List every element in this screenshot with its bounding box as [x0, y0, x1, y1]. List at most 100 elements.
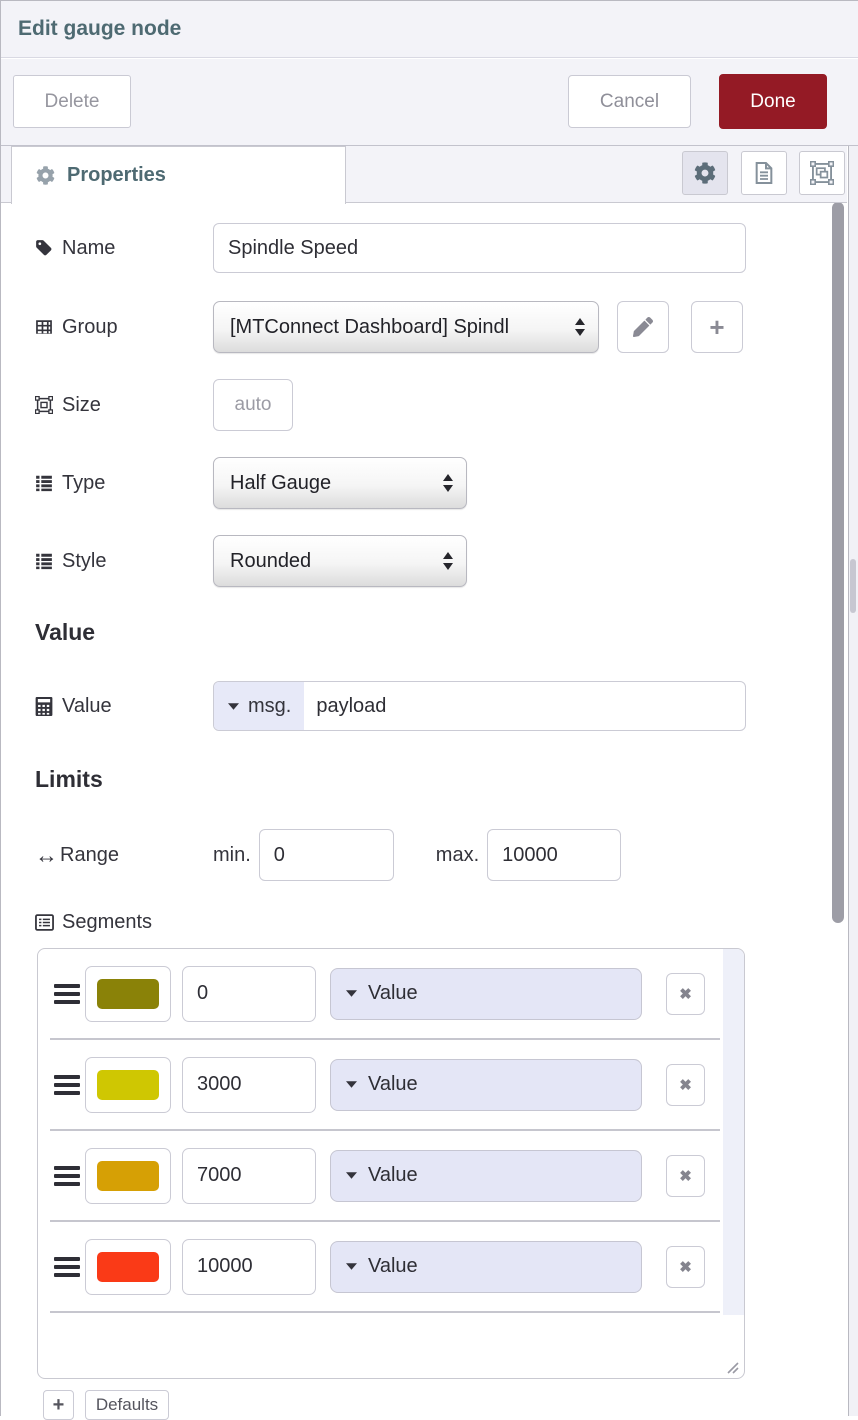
type-select[interactable]: Half Gauge [213, 457, 467, 509]
segment-color-swatch [97, 1070, 159, 1100]
segment-color-swatch [97, 1252, 159, 1282]
x-icon: ✖ [679, 1258, 692, 1276]
group-label: Group [62, 316, 118, 339]
list-icon [35, 552, 53, 570]
segment-type-select[interactable]: Value [330, 1150, 642, 1202]
value-label: Value [62, 695, 112, 718]
remove-segment-button[interactable]: ✖ [666, 1064, 705, 1106]
value-prefix-label: msg. [248, 695, 291, 718]
group-select[interactable]: [MTConnect Dashboard] Spindl [213, 301, 599, 353]
segment-color-swatch [97, 1161, 159, 1191]
segment-row: Value ✖ [50, 1131, 720, 1222]
segment-color-button[interactable] [85, 1239, 171, 1295]
list-icon [35, 474, 53, 492]
table-icon [35, 318, 53, 336]
caret-down-icon [346, 990, 357, 997]
segment-value-input[interactable] [182, 966, 316, 1022]
value-property-input[interactable]: payload [304, 682, 745, 730]
tab-properties-label: Properties [67, 164, 166, 187]
file-text-icon [753, 161, 775, 185]
type-label: Type [62, 472, 105, 495]
min-label: min. [213, 844, 251, 867]
object-size-icon [35, 396, 53, 414]
type-row: Type Half Gauge [35, 457, 467, 509]
segment-color-button[interactable] [85, 1148, 171, 1204]
segments-list: Value ✖ Value ✖ [37, 948, 745, 1379]
segment-value-input[interactable] [182, 1148, 316, 1204]
segment-type-select[interactable]: Value [330, 1241, 642, 1293]
size-row: Size auto [35, 379, 293, 431]
arrows-horizontal-icon: ↔ [35, 844, 58, 867]
edit-group-button[interactable] [617, 301, 669, 353]
segment-color-button[interactable] [85, 1057, 171, 1113]
drag-handle-icon[interactable] [54, 1075, 80, 1095]
drag-handle-icon[interactable] [54, 1166, 80, 1186]
style-select[interactable]: Rounded [213, 535, 467, 587]
select-arrows-icon [574, 317, 586, 337]
name-label: Name [62, 237, 115, 260]
add-group-button[interactable]: + [691, 301, 743, 353]
segment-value-input[interactable] [182, 1239, 316, 1295]
range-min-input[interactable] [259, 829, 394, 881]
gear-icon [694, 162, 716, 184]
x-icon: ✖ [679, 1076, 692, 1094]
range-row: ↔ Range min. max. [35, 828, 621, 882]
size-label: Size [62, 394, 101, 417]
x-icon: ✖ [679, 1167, 692, 1185]
gear-icon [36, 166, 55, 185]
outer-scrollbar-thumb[interactable] [850, 559, 856, 613]
tab-properties[interactable]: Properties [11, 146, 346, 204]
segment-row: Value ✖ [50, 949, 720, 1040]
style-row: Style Rounded [35, 535, 467, 587]
type-select-value: Half Gauge [230, 472, 442, 495]
segment-row: Value ✖ [50, 1222, 720, 1313]
object-group-icon [810, 161, 834, 185]
plus-icon: + [709, 314, 724, 340]
segments-scrollbar-track[interactable] [723, 949, 744, 1315]
segments-label-row: Segments [35, 907, 213, 937]
segment-type-select[interactable]: Value [330, 968, 642, 1020]
drag-handle-icon[interactable] [54, 1257, 80, 1277]
limits-section-heading: Limits [35, 766, 103, 793]
plus-icon: + [53, 1394, 65, 1417]
properties-panel-button[interactable] [682, 151, 728, 195]
value-type-button[interactable]: msg. [214, 682, 304, 730]
select-arrows-icon [442, 551, 454, 571]
group-select-value: [MTConnect Dashboard] Spindl [230, 316, 574, 339]
segment-type-select[interactable]: Value [330, 1059, 642, 1111]
remove-segment-button[interactable]: ✖ [666, 1155, 705, 1197]
tag-icon [35, 239, 53, 257]
done-button[interactable]: Done [719, 74, 827, 129]
appearance-panel-button[interactable] [799, 151, 845, 195]
range-max-input[interactable] [487, 829, 621, 881]
max-label: max. [436, 844, 479, 867]
segments-label: Segments [62, 911, 152, 934]
remove-segment-button[interactable]: ✖ [666, 1246, 705, 1288]
tab-bar: Properties [1, 146, 847, 203]
scrollbar-thumb[interactable] [832, 202, 844, 923]
list-alt-icon [35, 914, 54, 931]
style-label: Style [62, 550, 106, 573]
delete-button[interactable]: Delete [13, 75, 131, 128]
action-bar: Delete Cancel Done [1, 59, 858, 146]
properties-panel: Name Group [MTConnect Dashboard] Spindl … [1, 204, 847, 1416]
value-typed-input[interactable]: msg. payload [213, 681, 746, 731]
drag-handle-icon[interactable] [54, 984, 80, 1004]
dialog-title: Edit gauge node [1, 1, 858, 41]
remove-segment-button[interactable]: ✖ [666, 973, 705, 1015]
segment-row: Value ✖ [50, 1040, 720, 1131]
range-label: Range [60, 844, 119, 867]
size-auto-button[interactable]: auto [213, 379, 293, 431]
segment-value-input[interactable] [182, 1057, 316, 1113]
pencil-icon [633, 317, 653, 337]
calculator-icon [35, 697, 53, 716]
x-icon: ✖ [679, 985, 692, 1003]
name-input[interactable] [213, 223, 746, 273]
value-section-heading: Value [35, 619, 95, 646]
segment-color-button[interactable] [85, 966, 171, 1022]
resize-handle-icon[interactable] [726, 1361, 740, 1375]
cancel-button[interactable]: Cancel [568, 75, 691, 128]
outer-scrollbar-track[interactable] [848, 146, 858, 1416]
dialog-header: Edit gauge node [1, 1, 858, 58]
description-panel-button[interactable] [741, 151, 787, 195]
